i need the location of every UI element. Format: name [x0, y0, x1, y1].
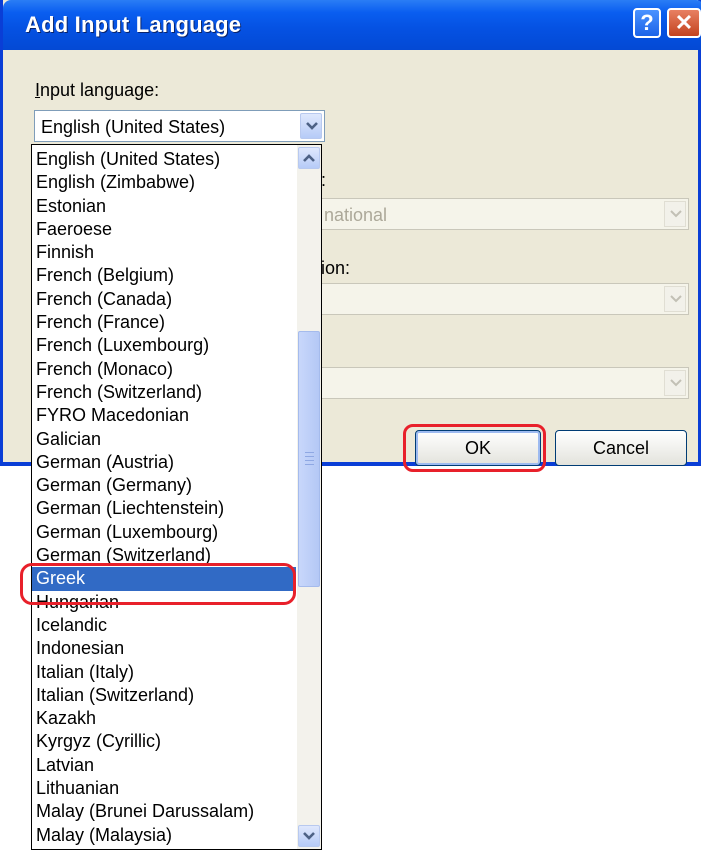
chevron-down-icon[interactable] — [300, 113, 322, 139]
option-combobox — [321, 283, 689, 315]
list-item[interactable]: Galician — [32, 428, 296, 451]
title-bar: Add Input Language ? ✕ — [3, 0, 701, 50]
input-language-combobox[interactable]: English (United States) — [34, 110, 325, 142]
input-language-list[interactable]: English (United States) English (Zimbabwe… — [31, 144, 322, 850]
list-item[interactable]: French (Belgium) — [32, 264, 296, 287]
list-item[interactable]: Kazakh — [32, 707, 296, 730]
ok-highlight — [403, 424, 546, 472]
list-item[interactable]: Italian (Italy) — [32, 661, 296, 684]
list-item[interactable]: French (France) — [32, 311, 296, 334]
keyboard-layout-value: national — [324, 205, 388, 225]
option-label: ion: — [321, 258, 351, 278]
list-item[interactable]: Malay (Brunei Darussalam) — [32, 800, 296, 823]
keyboard-layout-combobox: national — [321, 198, 689, 230]
chevron-down-icon — [664, 286, 686, 312]
input-language-value: English (United States) — [41, 117, 226, 137]
list-item[interactable]: German (Luxembourg) — [32, 521, 296, 544]
chevron-down-icon — [664, 201, 686, 227]
chevron-down-icon[interactable] — [298, 825, 320, 847]
list-item[interactable]: Estonian — [32, 195, 296, 218]
list-item[interactable]: French (Monaco) — [32, 358, 296, 381]
language-items: English (United States) English (Zimbabwe… — [32, 148, 296, 847]
input-language-label: Input language: — [35, 80, 160, 100]
list-item[interactable]: German (Germany) — [32, 474, 296, 497]
list-item[interactable]: French (Switzerland) — [32, 381, 296, 404]
scrollbar-thumb[interactable] — [298, 331, 320, 587]
extra-combobox — [321, 367, 689, 399]
list-scrollbar[interactable] — [297, 145, 321, 849]
chevron-up-icon[interactable] — [298, 147, 320, 169]
chevron-down-icon — [664, 370, 686, 396]
list-item[interactable]: Faeroese — [32, 218, 296, 241]
dialog-title: Add Input Language — [25, 12, 242, 37]
list-item[interactable]: Kyrgyz (Cyrillic) — [32, 730, 296, 753]
help-icon[interactable]: ? — [633, 8, 661, 38]
list-item[interactable]: Italian (Switzerland) — [32, 684, 296, 707]
list-item[interactable]: English (United States) — [32, 148, 296, 171]
list-item[interactable]: Indonesian — [32, 637, 296, 660]
list-item[interactable]: Latvian — [32, 754, 296, 777]
list-item[interactable]: English (Zimbabwe) — [32, 171, 296, 194]
list-item[interactable]: German (Austria) — [32, 451, 296, 474]
greek-highlight — [20, 563, 296, 605]
list-item[interactable]: Lithuanian — [32, 777, 296, 800]
cancel-button[interactable]: Cancel — [555, 430, 687, 466]
close-icon[interactable]: ✕ — [667, 8, 701, 38]
list-item[interactable]: Finnish — [32, 241, 296, 264]
list-item[interactable]: French (Canada) — [32, 288, 296, 311]
list-item[interactable]: FYRO Macedonian — [32, 404, 296, 427]
list-item[interactable]: French (Luxembourg) — [32, 334, 296, 357]
list-item[interactable]: German (Liechtenstein) — [32, 497, 296, 520]
list-item[interactable]: Icelandic — [32, 614, 296, 637]
list-item[interactable]: Malay (Malaysia) — [32, 824, 296, 847]
